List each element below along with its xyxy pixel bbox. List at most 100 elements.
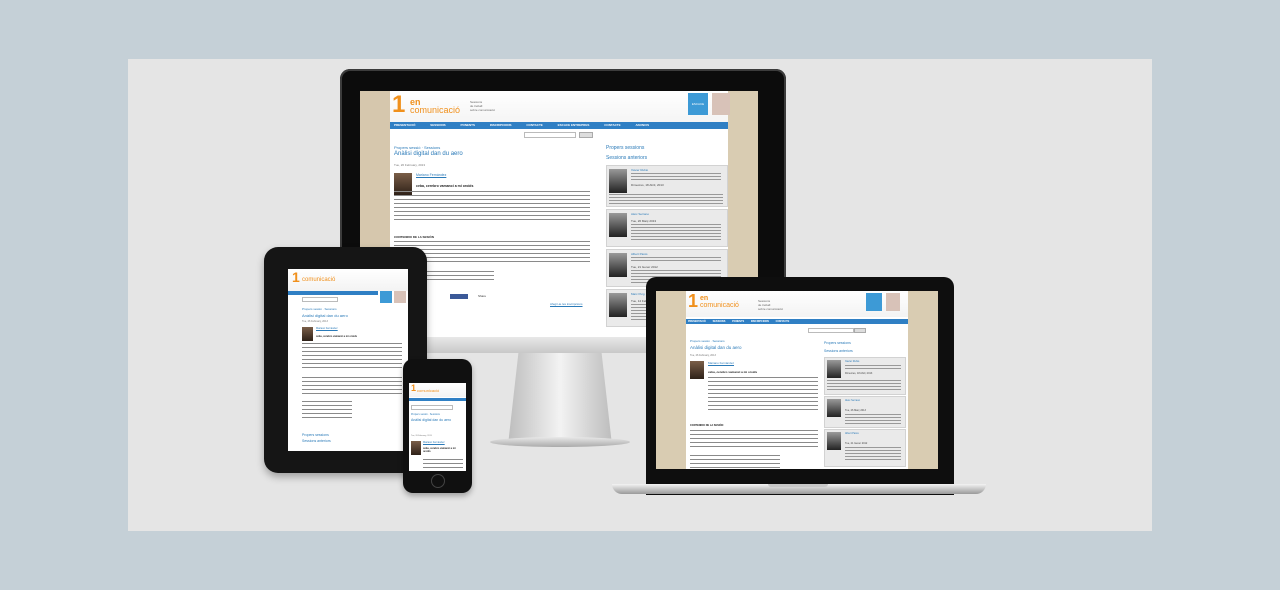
session-date: Tue, 26 Març 2013 <box>845 409 866 412</box>
breadcrumb[interactable]: Propers sessió · Sessions <box>411 413 440 416</box>
search-input[interactable] <box>411 405 453 410</box>
speaker-photo <box>609 213 627 237</box>
speaker-photo <box>827 360 841 378</box>
breadcrumb[interactable]: Propers sessió · Sessions <box>690 339 725 343</box>
author-link[interactable]: Mariano Fernández <box>423 441 445 444</box>
nav-item[interactable]: INSCRIPCIONS <box>751 319 769 324</box>
author-link[interactable]: Mariano Fernández <box>316 327 338 330</box>
speaker-photo <box>827 432 841 450</box>
author-link[interactable]: Mariano Fernández <box>416 173 446 177</box>
inscriptions-link[interactable]: Afegir-te les inscripcions <box>550 302 583 306</box>
speaker-name[interactable]: Xavier Rubio <box>845 360 859 363</box>
post-title: Anàlisi digital dan du aero <box>394 151 463 157</box>
section-body-text <box>690 430 818 450</box>
speaker-name[interactable]: Albert Parés <box>845 432 859 435</box>
search-input[interactable] <box>302 297 338 302</box>
escace-badge[interactable]: ESCACE <box>688 93 708 115</box>
post-title: Anàlisi digital dan du aero <box>302 313 348 318</box>
logo-number: 1 <box>688 291 699 311</box>
session-description <box>827 380 901 392</box>
imac-foot <box>490 437 630 447</box>
nav-item[interactable]: INSCRIPCIONS <box>490 122 512 129</box>
post-body-text <box>423 459 463 469</box>
post-lead: ceba, cerebro vamanci a mi oroids <box>423 447 456 453</box>
share-label: Share <box>478 294 487 298</box>
search-button[interactable] <box>854 328 866 333</box>
author-avatar <box>411 441 421 455</box>
imac-stand <box>508 353 612 445</box>
session-card[interactable]: Aleix Serrano Tue, 26 Març 2013 <box>824 396 906 428</box>
nav-item[interactable]: PRESENTACIÓ <box>688 319 706 324</box>
breadcrumb[interactable]: Propers sessió · Sessions <box>302 307 337 311</box>
nav-item[interactable]: SESSIONS <box>430 122 445 129</box>
session-description <box>631 224 721 242</box>
logo-number: 1 <box>392 91 406 118</box>
session-card[interactable]: Aleix Serrano Tue, 26 Març 2013 <box>606 209 728 247</box>
nav-item[interactable]: CONTACTE <box>604 122 620 129</box>
session-date: Tue, 26 Març 2013 <box>631 219 657 223</box>
extra-text <box>690 455 780 469</box>
logo-word: comunicació <box>410 105 461 115</box>
sidebar-title-previous: Sessions anteriors <box>302 439 331 443</box>
session-card[interactable]: Xavier Rubio Dimecres, 18 Abril, 2013 <box>606 165 728 207</box>
speaker-photo <box>609 169 627 193</box>
author-link[interactable]: Mariano Fernández <box>708 361 734 365</box>
nav-item[interactable]: PRESENTACIÓ <box>394 122 415 129</box>
nav-item[interactable]: SESSIONS <box>713 319 726 324</box>
session-card[interactable]: Albert Parés Tue, 21 Gener 2012 <box>824 429 906 467</box>
speaker-name[interactable]: Xavier Rubio <box>631 168 648 172</box>
session-summary <box>631 257 721 263</box>
search-input[interactable] <box>524 132 576 138</box>
main-nav: PRESENTACIÓ SESSIONS PONENTS INSCRIPCION… <box>686 319 908 324</box>
nav-item[interactable]: PONENTS <box>732 319 744 324</box>
nav-item[interactable]: ESCACE ENTREPRES <box>558 122 590 129</box>
session-summary <box>631 173 721 181</box>
post-lead: ceba, cerebro vamanci a mi oroids <box>708 370 758 374</box>
contact-badge[interactable] <box>712 93 730 115</box>
session-description <box>845 414 901 424</box>
author-avatar <box>690 361 704 379</box>
share-button[interactable] <box>450 294 468 299</box>
post-body-text <box>708 377 818 411</box>
escace-badge[interactable] <box>866 293 882 311</box>
speaker-photo <box>609 253 627 277</box>
sidebar-title-upcoming: Propers sessions <box>302 433 329 437</box>
session-summary <box>845 365 901 371</box>
tagline-3: sobre comunicació <box>758 307 784 311</box>
nav-item[interactable]: ANUNCIS <box>635 122 649 129</box>
post-body-text <box>394 191 590 223</box>
contact-badge[interactable] <box>886 293 900 311</box>
nav-item[interactable]: CONTACTE <box>526 122 542 129</box>
session-date: Dimecres, 18 Abril, 2013 <box>845 372 873 375</box>
speaker-photo <box>609 293 627 317</box>
search-input[interactable] <box>808 328 854 333</box>
speaker-name[interactable]: Albert Parés <box>631 252 648 256</box>
laptop-notch <box>768 484 828 487</box>
main-nav: PRESENTACIÓ SESSIONS PONENTS INSCRIPCION… <box>390 122 728 129</box>
escace-badge[interactable] <box>380 291 392 303</box>
section-body-text <box>302 377 402 397</box>
post-title: Anàlisi digital dan du aero <box>411 418 452 422</box>
session-description <box>609 194 723 204</box>
post-title: Anàlisi digital dan du aero <box>690 345 742 350</box>
session-date: Tue, 21 Gener 2012 <box>845 442 868 445</box>
logo-word: comunicació <box>417 388 440 393</box>
session-date: Dimecres, 18 Abril, 2013 <box>631 183 664 187</box>
speaker-name[interactable]: Aleix Serrano <box>631 212 649 216</box>
contact-badge[interactable] <box>394 291 406 303</box>
post-date: Tue, 26 February, 2013 <box>411 435 432 437</box>
logo-en: en <box>700 295 709 302</box>
sidebar-title-upcoming: Propers sessions <box>606 145 645 151</box>
breadcrumb[interactable]: Propers sessió · Sessions <box>394 145 440 150</box>
nav-item[interactable]: CONTACTE <box>776 319 790 324</box>
speaker-name[interactable]: Aleix Serrano <box>845 399 860 402</box>
session-card[interactable]: Xavier Rubio Dimecres, 18 Abril, 2013 <box>824 357 906 395</box>
section-heading: CONTENIDO DE LA SESIÓN <box>394 235 434 239</box>
session-description <box>845 447 901 461</box>
search-button[interactable] <box>579 132 593 138</box>
nav-item[interactable]: PONENTS <box>460 122 475 129</box>
speaker-name[interactable]: Marc Puig <box>631 292 645 296</box>
tablet-website: 1 comunicació Propers sessió · Sessions … <box>288 269 408 451</box>
tagline-3: sobre comunicació <box>470 108 496 112</box>
speaker-photo <box>827 399 841 417</box>
